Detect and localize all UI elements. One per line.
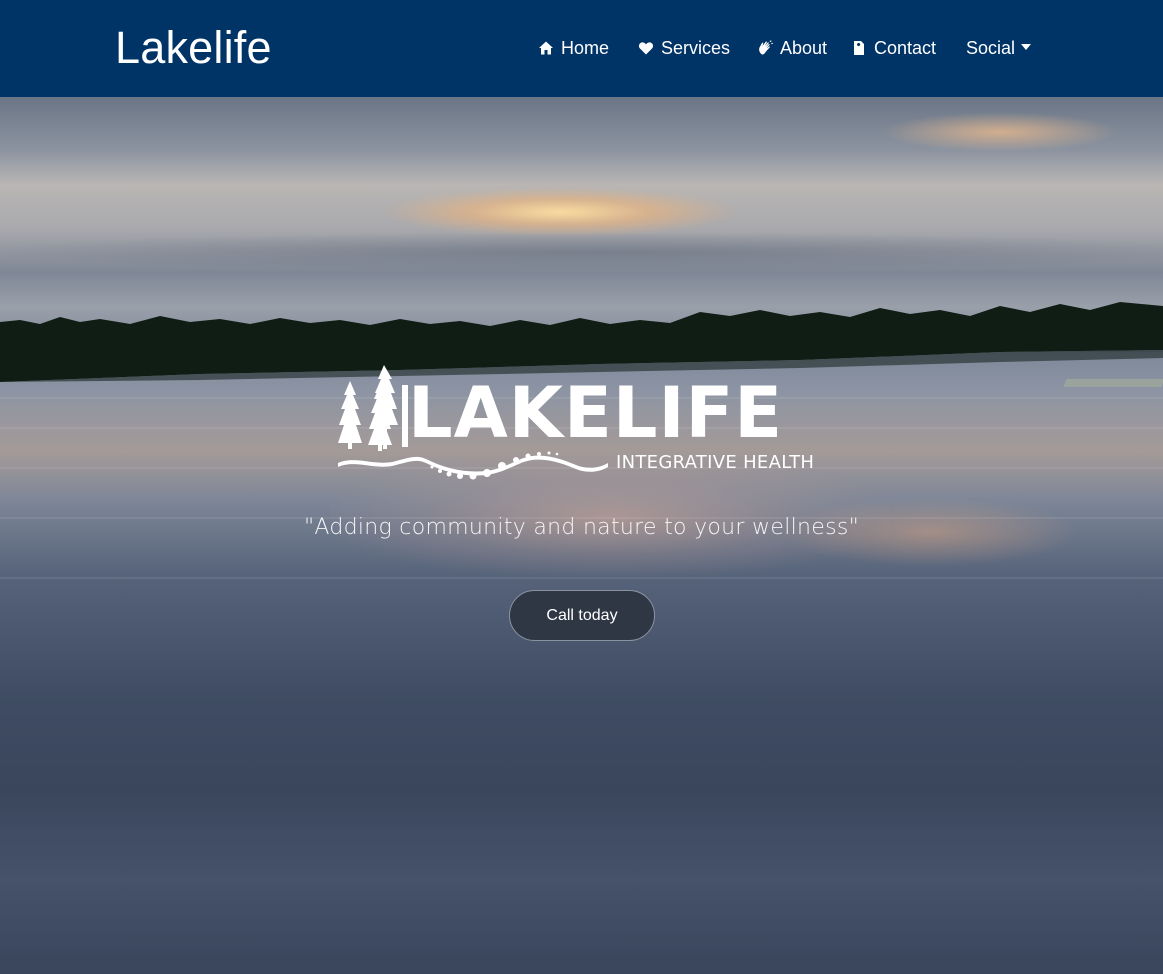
caret-down-icon — [1021, 44, 1032, 50]
nav-home-label: Home — [561, 38, 610, 58]
logo-wordmark: LAKELIFE — [408, 372, 784, 454]
call-today-button[interactable]: Call today — [509, 590, 655, 641]
nav-home-link[interactable]: Home — [538, 33, 609, 63]
nav-social-label: Social — [966, 38, 1016, 58]
nav-contact-label: Contact — [874, 38, 937, 58]
dock — [1063, 379, 1163, 387]
sunset-glow — [380, 187, 740, 237]
heart-icon — [638, 40, 654, 56]
hand-wave-icon — [757, 40, 773, 56]
home-icon — [538, 40, 554, 56]
logo-subtitle: INTEGRATIVE HEALTH — [616, 452, 815, 473]
nav-about-link[interactable]: About — [757, 33, 827, 63]
brand-link[interactable]: Lakelife — [115, 22, 272, 74]
nav-services-label: Services — [661, 38, 731, 58]
cloud-band — [0, 232, 1163, 272]
lakelife-logo: LAKELIFE INTEGRATIVE HEALTH — [336, 363, 828, 488]
nav-about-label: About — [780, 38, 828, 58]
nav-social-dropdown[interactable]: Social — [966, 33, 1032, 63]
top-navbar: Lakelife Home Services About Contact Soc… — [0, 0, 1163, 97]
hero-tagline: "Adding community and nature to your wel… — [303, 515, 860, 540]
nav-services-link[interactable]: Services — [638, 33, 730, 63]
ripple — [0, 577, 1163, 579]
sky-glow — [880, 112, 1120, 152]
document-icon — [851, 40, 867, 56]
nav-contact-link[interactable]: Contact — [851, 33, 936, 63]
